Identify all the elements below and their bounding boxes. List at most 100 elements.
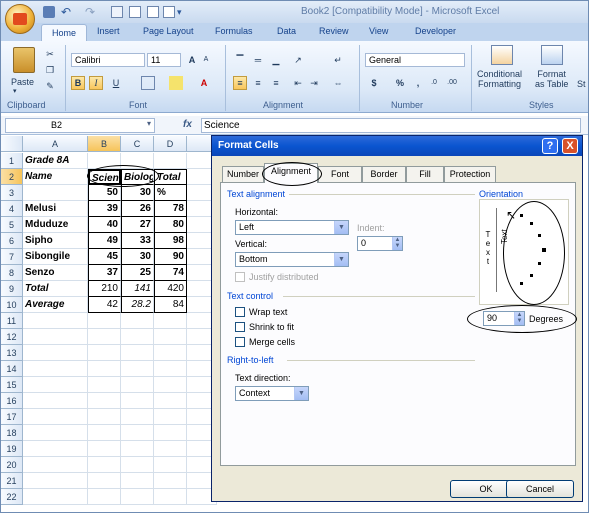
format-as-table-button[interactable]: Format as Table [535, 69, 568, 89]
grid-cell[interactable] [121, 345, 154, 361]
grid-cell[interactable]: Name [23, 169, 88, 185]
grid-cell[interactable] [154, 425, 187, 441]
column-header-a[interactable]: A [23, 136, 88, 152]
grid-cell[interactable]: 27 [121, 217, 154, 233]
align-left-icon[interactable]: ≡ [233, 76, 247, 90]
grid-cell[interactable]: 33 [121, 233, 154, 249]
increase-indent-icon[interactable]: ⇥ [307, 76, 321, 90]
row-header[interactable]: 8 [1, 265, 23, 281]
tab-view[interactable]: View [369, 26, 388, 36]
row-header[interactable]: 20 [1, 457, 23, 473]
conditional-formatting-button[interactable]: Conditional Formatting [477, 69, 522, 89]
format-as-table-icon[interactable] [541, 45, 563, 65]
row-header[interactable]: 7 [1, 249, 23, 265]
grid-cell[interactable]: Senzo [23, 265, 88, 281]
grid-cell[interactable] [154, 441, 187, 457]
row-header[interactable]: 5 [1, 217, 23, 233]
tab-border[interactable]: Border [362, 166, 406, 182]
align-right-icon[interactable]: ≡ [269, 76, 283, 90]
grid-cell[interactable] [121, 329, 154, 345]
grid-cell[interactable]: Sibongile [23, 249, 88, 265]
grid-cell[interactable]: 141 [121, 281, 154, 297]
shrink-to-fit-checkbox[interactable] [235, 322, 245, 332]
font-size-combo[interactable]: 11 [147, 53, 181, 67]
grid-cell[interactable]: % [154, 185, 187, 201]
grid-cell[interactable]: 84 [154, 297, 187, 313]
row-header[interactable]: 3 [1, 185, 23, 201]
grow-font-icon[interactable]: A [185, 53, 199, 67]
row-header[interactable]: 17 [1, 409, 23, 425]
grid-cell[interactable] [88, 489, 121, 505]
insert-function-icon[interactable]: fx [183, 119, 192, 130]
grid-cell[interactable]: 74 [154, 265, 187, 281]
help-button[interactable]: ? [542, 138, 558, 154]
grid-cell[interactable] [88, 441, 121, 457]
row-header[interactable]: 2 [1, 169, 23, 185]
grid-cell[interactable] [23, 441, 88, 457]
row-header[interactable]: 15 [1, 377, 23, 393]
name-box-dropdown-icon[interactable]: ▾ [147, 119, 151, 128]
tab-font[interactable]: Font [318, 166, 362, 182]
grid-cell[interactable] [121, 457, 154, 473]
grid-cell[interactable] [121, 361, 154, 377]
row-header[interactable]: 21 [1, 473, 23, 489]
conditional-formatting-icon[interactable] [491, 45, 513, 65]
row-header[interactable]: 11 [1, 313, 23, 329]
chevron-down-icon[interactable]: ▼ [334, 253, 348, 266]
paste-dropdown-icon[interactable]: ▾ [13, 87, 17, 95]
grid-cell[interactable]: 210 [88, 281, 121, 297]
font-color-icon[interactable]: A [197, 76, 211, 90]
grid-cell[interactable] [154, 489, 187, 505]
grid-cell[interactable] [121, 377, 154, 393]
grid-cell[interactable] [154, 409, 187, 425]
align-center-icon[interactable]: ≡ [251, 76, 265, 90]
bold-button[interactable]: B [71, 76, 85, 90]
grid-cell[interactable]: 78 [154, 201, 187, 217]
vertical-select[interactable]: Bottom ▼ [235, 252, 349, 267]
tab-number[interactable]: Number [222, 166, 264, 182]
row-header[interactable]: 16 [1, 393, 23, 409]
grid-cell[interactable] [23, 329, 88, 345]
grid-cell[interactable]: 90 [154, 249, 187, 265]
grid-cell[interactable] [154, 153, 187, 169]
office-button[interactable] [5, 4, 35, 34]
tab-review[interactable]: Review [319, 26, 349, 36]
grid-cell[interactable] [154, 361, 187, 377]
horizontal-select[interactable]: Left ▼ [235, 220, 349, 235]
customize-toolbar-icon[interactable]: ▾ [177, 6, 189, 18]
grid-cell[interactable] [121, 473, 154, 489]
copy-icon[interactable]: ❐ [43, 63, 57, 77]
cell-styles-button[interactable]: St [577, 79, 586, 89]
grid-cell[interactable] [88, 473, 121, 489]
text-direction-select[interactable]: Context ▼ [235, 386, 309, 401]
bottom-align-icon[interactable]: ▁ [269, 53, 283, 67]
grid-cell[interactable] [88, 329, 121, 345]
grid-cell[interactable]: 28.2 [121, 297, 154, 313]
column-header-d[interactable]: D [154, 136, 187, 152]
grid-cell[interactable] [121, 409, 154, 425]
middle-align-icon[interactable]: ═ [251, 53, 265, 67]
grid-cell[interactable] [23, 473, 88, 489]
grid-cell[interactable] [88, 409, 121, 425]
shrink-font-icon[interactable]: A [199, 53, 213, 67]
column-header-c[interactable]: C [121, 136, 154, 152]
orientation-icon[interactable]: ↗ [291, 53, 305, 67]
grid-cell[interactable] [154, 393, 187, 409]
grid-cell[interactable]: Total [23, 281, 88, 297]
grid-cell[interactable] [121, 313, 154, 329]
grid-cell[interactable] [88, 425, 121, 441]
grid-cell[interactable] [23, 409, 88, 425]
grid-cell[interactable]: 42 [88, 297, 121, 313]
grid-cell[interactable] [154, 377, 187, 393]
borders-icon[interactable] [141, 76, 155, 90]
select-all-corner[interactable] [1, 136, 23, 152]
grid-cell[interactable] [23, 457, 88, 473]
chevron-down-icon[interactable]: ▼ [334, 221, 348, 234]
cancel-button[interactable]: Cancel [506, 480, 574, 498]
grid-cell[interactable] [154, 345, 187, 361]
grid-cell[interactable]: 49 [88, 233, 121, 249]
spin-arrows-icon[interactable]: ▲ ▼ [392, 237, 402, 250]
row-header[interactable]: 22 [1, 489, 23, 505]
font-name-combo[interactable]: Calibri [71, 53, 145, 67]
grid-cell[interactable]: 25 [121, 265, 154, 281]
